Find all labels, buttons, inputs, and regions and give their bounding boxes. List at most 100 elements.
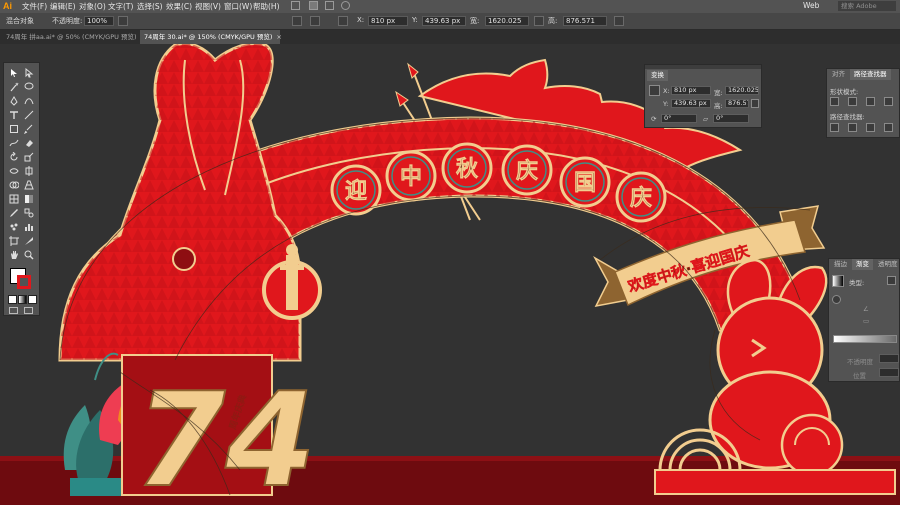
eraser-tool-icon[interactable]: [24, 138, 34, 148]
gradient-type-label: 类型:: [849, 279, 865, 287]
gradient-slider[interactable]: [833, 335, 897, 343]
draw-normal-icon[interactable]: [9, 307, 18, 314]
eyedropper-tool-icon[interactable]: [9, 208, 19, 218]
merge-icon[interactable]: [866, 123, 875, 132]
selection-tool-icon[interactable]: [9, 68, 19, 78]
tab-stroke[interactable]: 描边: [830, 259, 851, 270]
transform-icon[interactable]: [310, 16, 320, 26]
perspective-grid-tool-icon[interactable]: [24, 180, 34, 190]
tab-gradient[interactable]: 渐变: [852, 259, 873, 270]
paintbrush-tool-icon[interactable]: [24, 124, 34, 134]
reference-point-icon[interactable]: [649, 85, 660, 96]
menu-file[interactable]: 文件(F): [22, 1, 47, 12]
gradient-location-field[interactable]: [879, 368, 899, 377]
transform-x-field[interactable]: 810 px: [671, 86, 711, 95]
tab-document-2[interactable]: 74周年 30.ai* @ 150% (CMYK/GPU 预览) ×: [140, 30, 282, 44]
fill-stroke-toggle-icon[interactable]: [832, 295, 841, 304]
transform-h-field[interactable]: 876.571: [725, 99, 749, 108]
align-icon[interactable]: [292, 16, 302, 26]
gradient-opacity-field[interactable]: [879, 354, 899, 363]
divide-icon[interactable]: [830, 123, 839, 132]
color-mode-icon[interactable]: [8, 295, 17, 304]
arrange-documents-icon[interactable]: [291, 1, 300, 10]
menu-view[interactable]: 视图(V): [195, 1, 221, 12]
gradient-mode-icon[interactable]: [18, 295, 27, 304]
tab-align[interactable]: 对齐: [828, 69, 849, 80]
exclude-icon[interactable]: [884, 97, 893, 106]
rotate-field[interactable]: 0°: [661, 114, 697, 123]
mesh-tool-icon[interactable]: [9, 194, 19, 204]
more-options-icon[interactable]: [614, 16, 624, 26]
banner-char: 国: [574, 171, 596, 196]
hand-tool-icon[interactable]: [9, 250, 19, 260]
h-field[interactable]: 876.571: [563, 16, 607, 26]
minus-front-icon[interactable]: [848, 97, 857, 106]
opacity-field[interactable]: 100%: [84, 16, 114, 26]
slice-tool-icon[interactable]: [24, 236, 34, 246]
shape-modes-label: 形状模式:: [830, 88, 859, 96]
opacity-dropdown-icon[interactable]: [118, 16, 128, 26]
menu-type[interactable]: 文字(T): [108, 1, 133, 12]
none-mode-icon[interactable]: [28, 295, 37, 304]
banner-char: 中: [400, 165, 422, 190]
curvature-tool-icon[interactable]: [24, 96, 34, 106]
gradient-tool-icon[interactable]: [24, 194, 34, 204]
tab-transparency[interactable]: 透明度: [874, 259, 900, 270]
unite-icon[interactable]: [830, 97, 839, 106]
stock-search-input[interactable]: 搜索 Adobe Stock: [838, 1, 896, 20]
link-icon[interactable]: [534, 16, 544, 26]
rectangle-tool-icon[interactable]: [9, 124, 19, 134]
menu-window[interactable]: 窗口(W): [224, 1, 252, 12]
w-field[interactable]: 1620.025: [485, 16, 529, 26]
gradient-preview-swatch[interactable]: [832, 275, 844, 287]
artboard-tool-icon[interactable]: [9, 236, 19, 246]
workspace-switcher[interactable]: Web: [803, 1, 819, 10]
transform-panel-title[interactable]: 变换: [647, 70, 668, 81]
transform-w-field[interactable]: 1620.025: [725, 86, 759, 95]
stock-icon[interactable]: [309, 1, 318, 10]
transform-x-label: X:: [663, 87, 670, 95]
transform-y-field[interactable]: 439.63 px: [671, 99, 711, 108]
artwork-canvas[interactable]: 迎中秋庆国庆 欢度中秋·喜迎国庆 74 周年庆典: [0, 0, 900, 505]
width-tool-icon[interactable]: [9, 166, 19, 176]
blend-tool-icon[interactable]: [24, 208, 34, 218]
trim-icon[interactable]: [848, 123, 857, 132]
brush-icon[interactable]: [341, 1, 350, 10]
opacity-label: 不透明度:: [52, 17, 83, 25]
screen-mode-icon[interactable]: [24, 307, 33, 314]
shaper-tool-icon[interactable]: [9, 138, 19, 148]
direct-selection-tool-icon[interactable]: [24, 68, 34, 78]
menu-object[interactable]: 对象(O): [79, 1, 106, 12]
gradient-type-icon[interactable]: [887, 276, 896, 285]
menu-edit[interactable]: 编辑(E): [50, 1, 76, 12]
reference-point-icon[interactable]: [338, 16, 348, 26]
free-transform-tool-icon[interactable]: [24, 166, 34, 176]
rotate-tool-icon[interactable]: [9, 152, 19, 162]
grid-icon[interactable]: [325, 1, 334, 10]
menu-effect[interactable]: 效果(C): [166, 1, 192, 12]
crop-icon[interactable]: [884, 123, 893, 132]
shear-field[interactable]: 0°: [713, 114, 749, 123]
close-icon[interactable]: ×: [276, 33, 281, 41]
intersect-icon[interactable]: [866, 97, 875, 106]
tab-pathfinder[interactable]: 路径查找器: [850, 69, 891, 80]
scale-tool-icon[interactable]: [24, 152, 34, 162]
stroke-swatch[interactable]: [17, 275, 31, 289]
menu-select[interactable]: 选择(S): [137, 1, 163, 12]
x-field[interactable]: 810 px: [368, 16, 408, 26]
menu-help[interactable]: 帮助(H): [253, 1, 280, 12]
y-field[interactable]: 439.63 px: [422, 16, 466, 26]
gradient-opacity-label: 不透明度: [847, 358, 873, 366]
line-tool-icon[interactable]: [24, 110, 34, 120]
zoom-tool-icon[interactable]: [24, 250, 34, 260]
lasso-tool-icon[interactable]: [24, 82, 34, 92]
symbol-sprayer-tool-icon[interactable]: [9, 222, 19, 232]
pen-tool-icon[interactable]: [9, 96, 19, 106]
shape-builder-tool-icon[interactable]: [9, 180, 19, 190]
document-tab-bar: 74周年 拼aa.ai* @ 50% (CMYK/GPU 预览)× 74周年 3…: [0, 30, 900, 44]
type-tool-icon[interactable]: [9, 110, 19, 120]
constrain-proportions-icon[interactable]: [751, 99, 759, 108]
tab-document-1[interactable]: 74周年 拼aa.ai* @ 50% (CMYK/GPU 预览)×: [2, 30, 146, 44]
column-graph-tool-icon[interactable]: [24, 222, 34, 232]
magic-wand-tool-icon[interactable]: [9, 82, 19, 92]
